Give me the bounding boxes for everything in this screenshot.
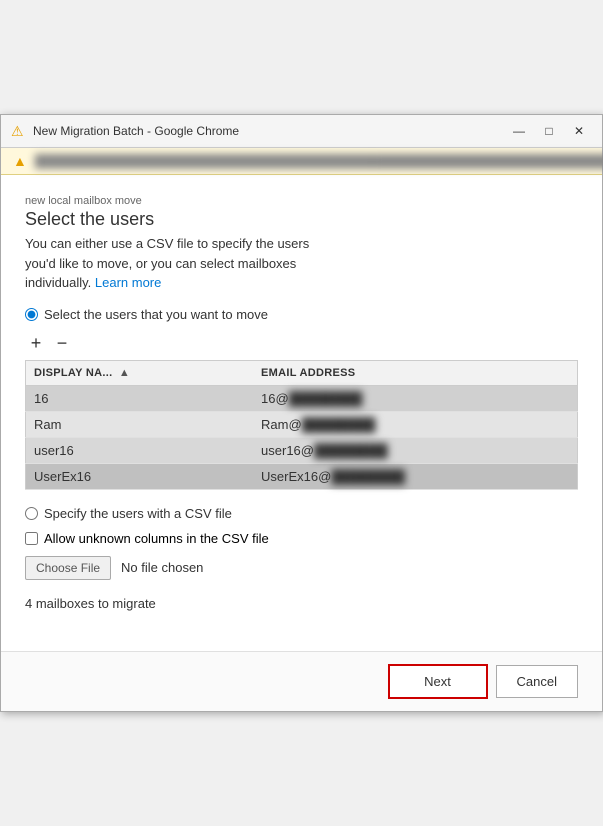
description: You can either use a CSV file to specify… (25, 234, 578, 293)
table-row[interactable]: user16user16@████████ (26, 437, 578, 463)
col-display-name-header: DISPLAY NA... ▲ (26, 360, 254, 385)
learn-more-link[interactable]: Learn more (95, 275, 161, 290)
select-users-label: Select the users that you want to move (44, 307, 268, 322)
cell-email: Ram@████████ (253, 411, 577, 437)
minimize-button[interactable]: — (506, 121, 532, 141)
page-subtitle: new local mailbox move (25, 195, 578, 207)
cell-display-name: Ram (26, 411, 254, 437)
cell-display-name: user16 (26, 437, 254, 463)
page-title: Select the users (25, 209, 578, 230)
users-table: DISPLAY NA... ▲ EMAIL ADDRESS 1616@█████… (25, 360, 578, 490)
col-email-header: EMAIL ADDRESS (253, 360, 577, 385)
cell-email: 16@████████ (253, 385, 577, 411)
cell-email: user16@████████ (253, 437, 577, 463)
cell-display-name: UserEx16 (26, 463, 254, 489)
user-toolbar: + − (25, 332, 578, 354)
no-file-text: No file chosen (121, 560, 203, 575)
cell-email: UserEx16@████████ (253, 463, 577, 489)
next-button[interactable]: Next (388, 664, 488, 699)
select-users-radio[interactable] (25, 308, 38, 321)
sort-icon: ▲ (119, 367, 130, 379)
table-row[interactable]: RamRam@████████ (26, 411, 578, 437)
csv-option[interactable]: Specify the users with a CSV file (25, 506, 578, 521)
add-user-button[interactable]: + (25, 332, 47, 354)
cancel-button[interactable]: Cancel (496, 665, 578, 698)
description-text3: individually. (25, 275, 91, 290)
main-content: new local mailbox move Select the users … (1, 175, 602, 651)
warning-icon: ▲ (13, 153, 27, 169)
footer: Next Cancel (1, 651, 602, 711)
mailbox-count: 4 mailboxes to migrate (25, 596, 578, 611)
csv-section: Specify the users with a CSV file Allow … (25, 506, 578, 580)
maximize-button[interactable]: □ (536, 121, 562, 141)
warning-text: ████████████████████████████████████████… (35, 154, 603, 168)
csv-label: Specify the users with a CSV file (44, 506, 232, 521)
table-body: 1616@████████RamRam@████████user16user16… (26, 385, 578, 489)
choose-file-button[interactable]: Choose File (25, 556, 111, 580)
remove-user-button[interactable]: − (51, 332, 73, 354)
unknown-columns-row[interactable]: Allow unknown columns in the CSV file (25, 531, 578, 546)
unknown-columns-label: Allow unknown columns in the CSV file (44, 531, 269, 546)
file-row: Choose File No file chosen (25, 556, 578, 580)
table-header-row: DISPLAY NA... ▲ EMAIL ADDRESS (26, 360, 578, 385)
window-title: New Migration Batch - Google Chrome (33, 124, 239, 138)
close-button[interactable]: ✕ (566, 121, 592, 141)
cell-display-name: 16 (26, 385, 254, 411)
browser-window: ⚠ New Migration Batch - Google Chrome — … (0, 114, 603, 712)
description-text2: you'd like to move, or you can select ma… (25, 256, 296, 271)
table-row[interactable]: UserEx16UserEx16@████████ (26, 463, 578, 489)
warning-bar: ▲ ██████████████████████████████████████… (1, 148, 602, 175)
select-users-option[interactable]: Select the users that you want to move (25, 307, 578, 322)
table-row[interactable]: 1616@████████ (26, 385, 578, 411)
title-bar-controls: — □ ✕ (506, 121, 592, 141)
description-text: You can either use a CSV file to specify… (25, 236, 309, 251)
title-bar-left: ⚠ New Migration Batch - Google Chrome (11, 123, 239, 139)
window-icon: ⚠ (11, 123, 27, 139)
csv-radio[interactable] (25, 507, 38, 520)
title-bar: ⚠ New Migration Batch - Google Chrome — … (1, 115, 602, 148)
unknown-columns-checkbox[interactable] (25, 532, 38, 545)
